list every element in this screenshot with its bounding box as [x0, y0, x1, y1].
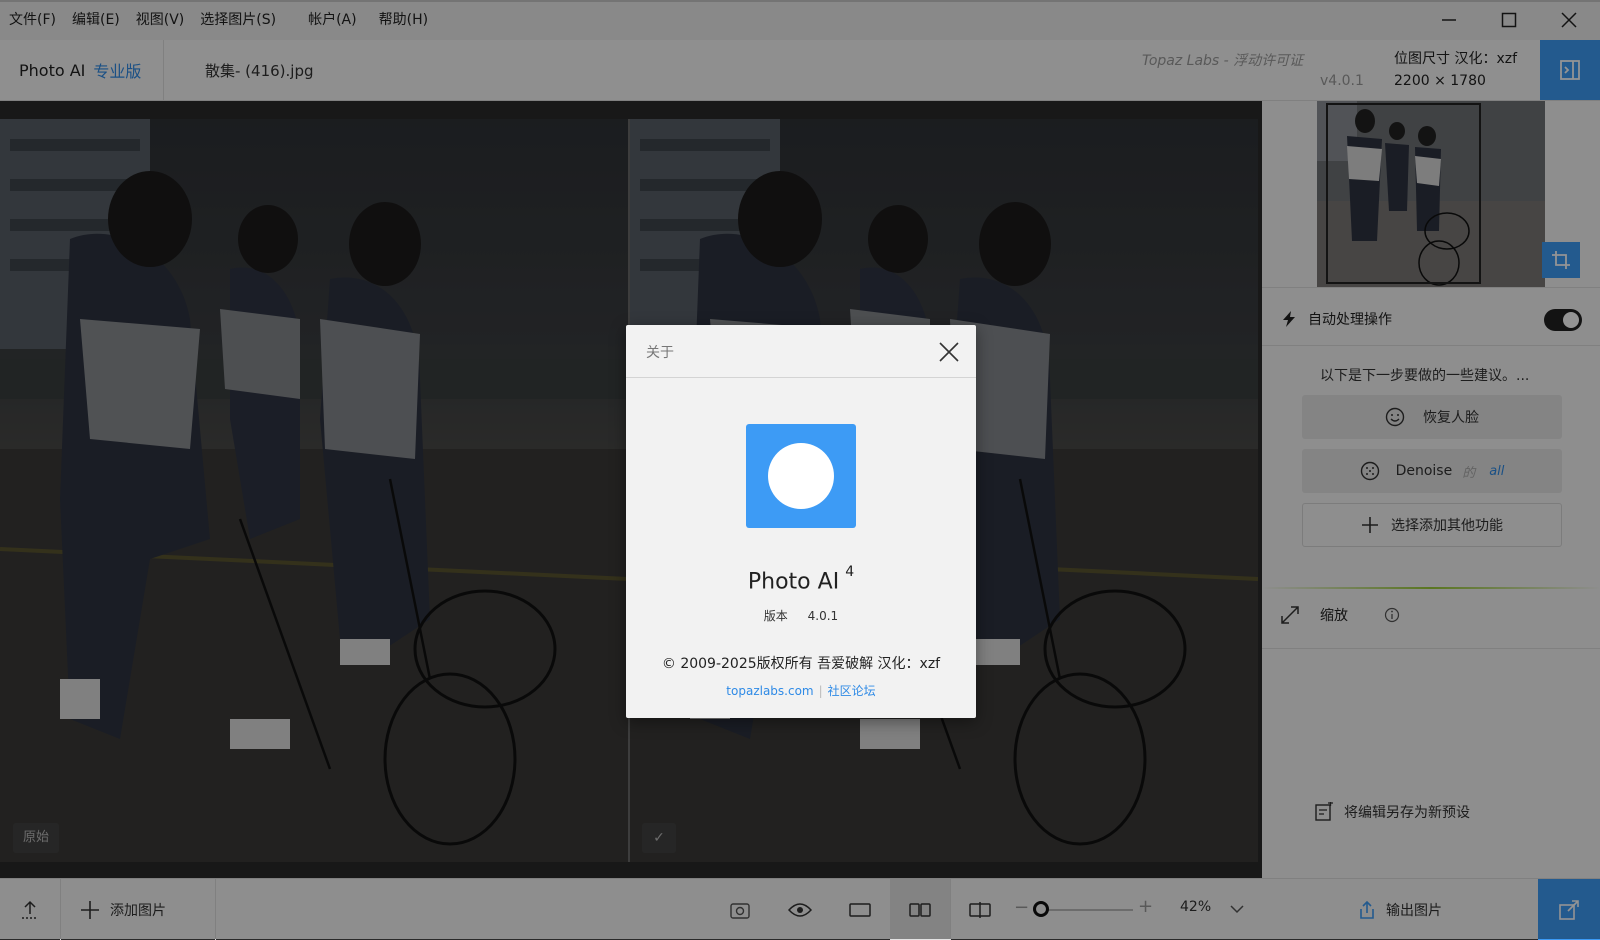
- dialog-title: 关于: [646, 345, 674, 361]
- link-separator: |: [818, 684, 823, 698]
- version-row: 版本 4.0.1: [626, 607, 976, 624]
- about-links: topazlabs.com | 社区论坛: [626, 682, 976, 699]
- version-label: 版本: [763, 609, 788, 623]
- dialog-header: 关于: [626, 325, 976, 378]
- about-dialog: 关于 Photo AI 4 版本 4.0.1 © 2009-2025版权所有 吾爱…: [626, 325, 976, 718]
- about-app-title: Photo AI: [747, 569, 840, 595]
- close-icon[interactable]: [936, 339, 962, 365]
- copyright-text: © 2009-2025版权所有 吾爱破解 汉化：xzf: [661, 656, 941, 672]
- version-number: 4.0.1: [807, 609, 839, 623]
- forum-link[interactable]: 社区论坛: [828, 684, 876, 698]
- about-app-name: Photo AI 4: [626, 564, 976, 595]
- about-app-major: 4: [845, 564, 855, 580]
- app-logo: [746, 424, 856, 528]
- website-link[interactable]: topazlabs.com: [726, 684, 813, 698]
- logo-circle: [768, 443, 834, 509]
